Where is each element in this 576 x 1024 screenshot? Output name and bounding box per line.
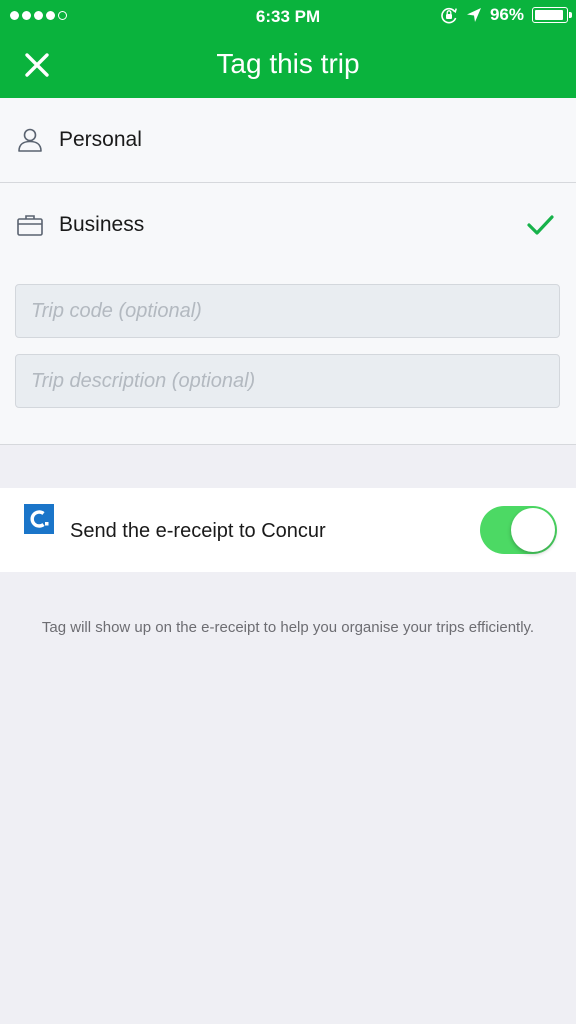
briefcase-icon (17, 215, 43, 236)
concur-setting-row: Send the e-receipt to Concur (0, 488, 576, 572)
concur-label: Send the e-receipt to Concur (70, 520, 326, 542)
trip-code-input[interactable] (15, 284, 560, 338)
option-business-label: Business (59, 213, 145, 236)
location-arrow-icon (466, 8, 481, 22)
orientation-lock-icon (441, 7, 457, 24)
concur-toggle[interactable] (480, 506, 557, 554)
person-icon (18, 128, 42, 152)
trip-type-section: Personal Business (0, 98, 576, 445)
battery-level (535, 10, 563, 20)
checkmark-icon (527, 215, 554, 235)
option-business[interactable]: Business (0, 183, 576, 267)
trip-description-input[interactable] (15, 354, 560, 408)
status-bar: 6:33 PM 96% (0, 0, 576, 32)
option-personal-label: Personal (59, 128, 142, 151)
app-header: 6:33 PM 96% Tag this trip (0, 0, 576, 98)
option-personal[interactable]: Personal (0, 98, 576, 183)
battery-icon (532, 7, 572, 23)
concur-logo-icon (24, 504, 54, 534)
page-title: Tag this trip (216, 48, 360, 79)
status-indicators: 96% (440, 5, 572, 25)
toggle-knob (511, 508, 555, 552)
footnote: Tag will show up on the e-receipt to hel… (41, 619, 535, 636)
battery-percentage: 96% (489, 5, 524, 24)
